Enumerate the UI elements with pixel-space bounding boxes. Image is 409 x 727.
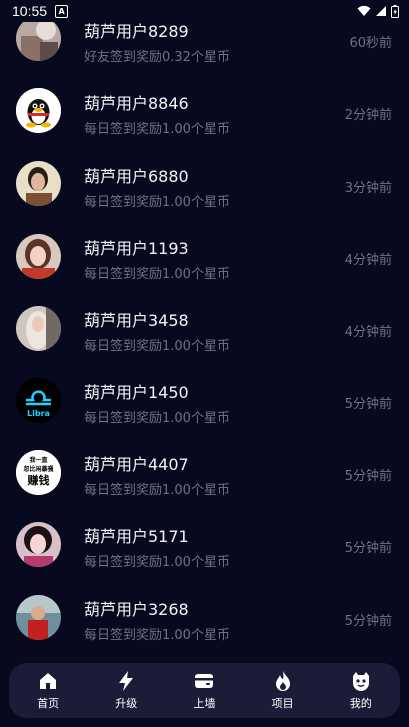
bottom-tab-bar: 首页 升级 上墙 项目 我的 bbox=[9, 663, 400, 718]
list-item[interactable]: 葫芦用户3458 每日签到奖励1.00个星币 4分钟前 bbox=[0, 288, 409, 360]
list-item[interactable]: Libra 葫芦用户1450 每日签到奖励1.00个星币 5分钟前 bbox=[0, 360, 409, 432]
avatar bbox=[16, 16, 61, 61]
reward-description: 每日签到奖励1.00个星币 bbox=[84, 122, 230, 137]
user-name: 葫芦用户1450 bbox=[84, 383, 189, 402]
reward-description: 每日签到奖励1.00个星币 bbox=[84, 555, 230, 570]
lightning-icon bbox=[119, 671, 134, 691]
list-item[interactable]: 我一直 忽比闲暴骚 赚钱 葫芦用户4407 每日签到奖励1.00个星币 5分钟前 bbox=[0, 432, 409, 504]
avatar: Libra bbox=[16, 378, 61, 423]
list-item[interactable]: 葫芦用户5171 每日签到奖励1.00个星币 5分钟前 bbox=[0, 504, 409, 576]
wifi-icon bbox=[357, 5, 371, 16]
reward-description: 每日签到奖励1.00个星币 bbox=[84, 267, 230, 282]
home-icon bbox=[40, 673, 57, 689]
timestamp: 3分钟前 bbox=[344, 181, 392, 196]
timestamp: 60秒前 bbox=[349, 36, 392, 51]
list-item[interactable]: 葫芦用户6880 每日签到奖励1.00个星币 3分钟前 bbox=[0, 144, 409, 216]
list-item[interactable]: 葫芦用户8846 每日签到奖励1.00个星币 2分钟前 bbox=[0, 72, 409, 144]
flame-icon bbox=[275, 671, 290, 691]
qq-penguin-icon bbox=[16, 88, 61, 133]
user-name: 葫芦用户8846 bbox=[84, 94, 189, 113]
badge-line-1: 我一直 bbox=[29, 456, 47, 464]
tab-mine[interactable]: 我的 bbox=[331, 670, 391, 711]
text-badge-icon: 我一直 忽比闲暴骚 赚钱 bbox=[16, 450, 61, 495]
avatar bbox=[16, 522, 61, 567]
avatar bbox=[16, 306, 61, 351]
timestamp: 5分钟前 bbox=[344, 469, 392, 484]
face-icon bbox=[352, 672, 369, 691]
user-name: 葫芦用户3268 bbox=[84, 600, 189, 619]
status-time: 10:55 bbox=[12, 3, 48, 19]
tab-label: 上墙 bbox=[193, 697, 216, 710]
avatar: 我一直 忽比闲暴骚 赚钱 bbox=[16, 450, 61, 495]
notification-icon: A bbox=[55, 4, 69, 18]
badge-line-2: 忽比闲暴骚 bbox=[23, 465, 54, 473]
reward-description: 每日签到奖励1.00个星币 bbox=[84, 411, 230, 426]
reward-description: 每日签到奖励1.00个星币 bbox=[84, 628, 230, 643]
wallet-icon bbox=[195, 674, 214, 688]
tab-wall[interactable]: 上墙 bbox=[174, 670, 234, 711]
reward-description: 每日签到奖励1.00个星币 bbox=[84, 195, 230, 210]
user-name: 葫芦用户4407 bbox=[84, 455, 189, 474]
signal-icon bbox=[376, 6, 386, 16]
tab-label: 升级 bbox=[115, 697, 138, 710]
user-name: 葫芦用户1193 bbox=[84, 239, 189, 258]
reward-description: 好友签到奖励0.32个星币 bbox=[84, 50, 230, 65]
user-name: 葫芦用户6880 bbox=[84, 167, 189, 186]
avatar bbox=[16, 161, 61, 206]
libra-logo-icon: Libra bbox=[16, 378, 61, 423]
timestamp: 2分钟前 bbox=[344, 108, 392, 123]
list-item[interactable]: 葫芦用户3268 每日签到奖励1.00个星币 5分钟前 bbox=[0, 576, 409, 648]
list-item[interactable]: 葫芦用户1193 每日签到奖励1.00个星币 4分钟前 bbox=[0, 216, 409, 288]
avatar bbox=[16, 88, 61, 133]
tab-upgrade[interactable]: 升级 bbox=[96, 670, 156, 711]
reward-description: 每日签到奖励1.00个星币 bbox=[84, 483, 230, 498]
badge-line-3: 赚钱 bbox=[27, 473, 50, 487]
reward-description: 每日签到奖励1.00个星币 bbox=[84, 339, 230, 354]
user-name: 葫芦用户5171 bbox=[84, 527, 189, 546]
user-name: 葫芦用户3458 bbox=[84, 311, 189, 330]
tab-projects[interactable]: 项目 bbox=[253, 670, 313, 711]
status-bar: 10:55 A bbox=[0, 0, 409, 22]
timestamp: 5分钟前 bbox=[344, 541, 392, 556]
timestamp: 5分钟前 bbox=[344, 397, 392, 412]
libra-text: Libra bbox=[27, 409, 50, 418]
avatar bbox=[16, 234, 61, 279]
avatar bbox=[16, 595, 61, 640]
tab-label: 我的 bbox=[349, 697, 372, 710]
tab-label: 首页 bbox=[37, 697, 60, 710]
battery-icon bbox=[391, 4, 399, 18]
timestamp: 4分钟前 bbox=[344, 325, 392, 340]
tab-home[interactable]: 首页 bbox=[18, 670, 78, 711]
tab-label: 项目 bbox=[271, 697, 294, 710]
timestamp: 4分钟前 bbox=[344, 253, 392, 268]
timestamp: 5分钟前 bbox=[344, 614, 392, 629]
